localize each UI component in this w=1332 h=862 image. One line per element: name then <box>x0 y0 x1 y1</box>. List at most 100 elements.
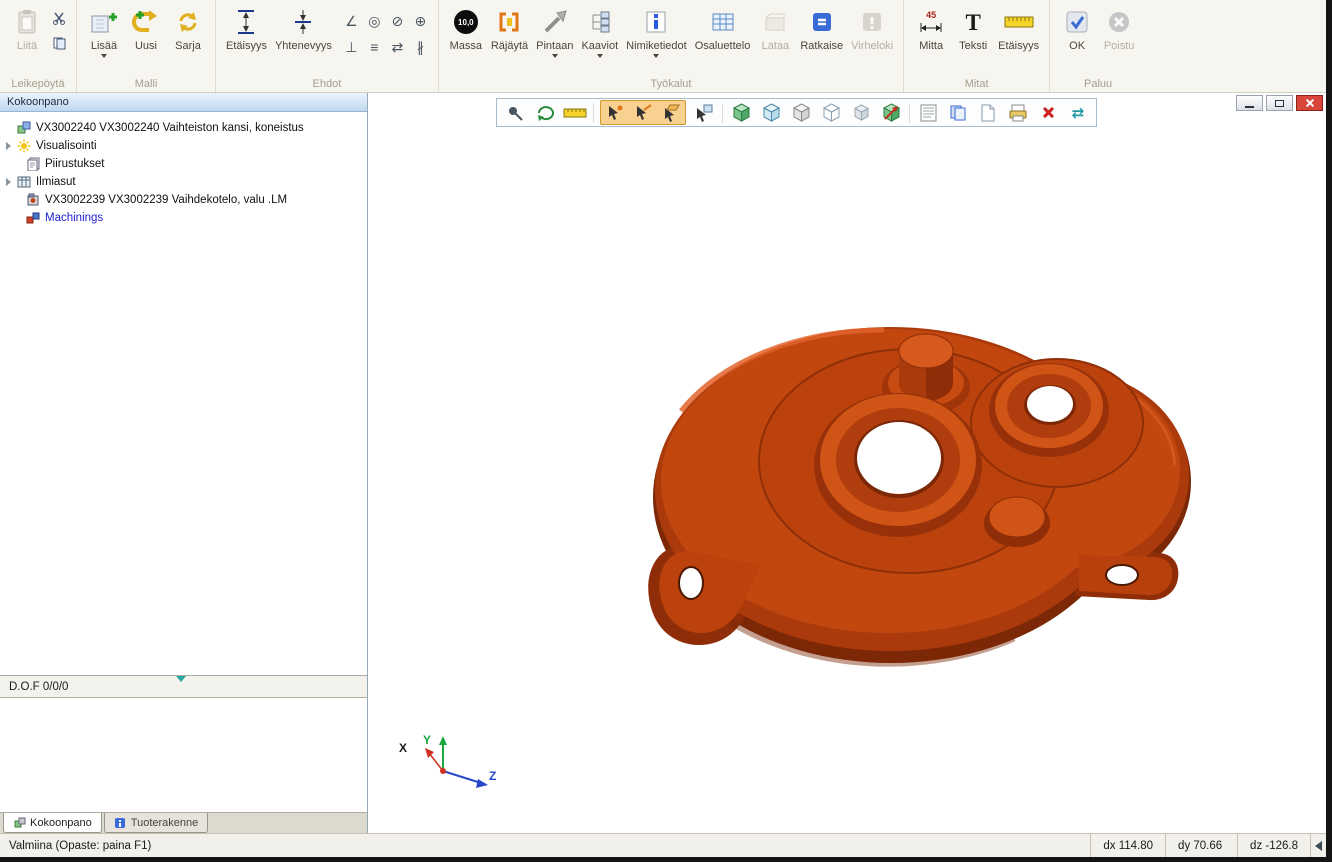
measure-button[interactable]: 45 Mitta <box>911 5 951 54</box>
text-button[interactable]: T Teksti <box>953 5 993 54</box>
feature-list-icon[interactable] <box>914 101 942 124</box>
explode-button[interactable]: Räjäytä <box>488 5 531 54</box>
iso-view-icon[interactable] <box>877 101 905 124</box>
restore-button[interactable] <box>1266 95 1293 111</box>
error-log-label: Virheloki <box>851 40 893 52</box>
dof-label: D.O.F 0/0/0 <box>9 681 68 693</box>
ok-check-icon <box>1064 7 1090 37</box>
diagrams-button[interactable]: Kaaviot <box>578 5 621 60</box>
select-solid-icon[interactable] <box>690 101 718 124</box>
print-icon[interactable] <box>1004 101 1032 124</box>
tab-label: Tuoterakenne <box>131 817 198 829</box>
tab-kokoonpano[interactable]: Kokoonpano <box>3 813 102 833</box>
error-log-button[interactable]: Virheloki <box>848 5 896 54</box>
ribbon-group-model: Lisää Uusi Sarja Malli <box>77 0 216 92</box>
ribbon: Liitä Leikepöytä Lisää <box>0 0 1326 93</box>
panel-splitter-handle[interactable] <box>176 676 186 682</box>
drawing-icon <box>24 157 41 172</box>
to-surface-dropdown-icon[interactable] <box>552 54 558 58</box>
concentric-constraint-icon[interactable]: ◎ <box>364 9 385 33</box>
tree-item-root[interactable]: VX3002240 VX3002240 Vaihteiston kansi, k… <box>0 119 367 137</box>
expand-arrow-icon[interactable] <box>6 178 11 186</box>
measure-ruler-icon[interactable] <box>561 101 589 124</box>
distance-constraint-button[interactable]: Etäisyys <box>223 5 270 54</box>
ribbon-group-dimensions: 45 Mitta T Teksti Etäisyys Mitat <box>904 0 1050 92</box>
solve-button[interactable]: Ratkaise <box>797 5 846 54</box>
mass-button[interactable]: 10,0 Massa <box>446 5 486 54</box>
perspective-view-icon[interactable] <box>847 101 875 124</box>
select-face-icon[interactable] <box>657 101 685 124</box>
window-controls <box>1236 95 1323 111</box>
new-part-label: Uusi <box>135 40 157 52</box>
swap-view-icon[interactable]: ⇄ <box>1064 101 1092 124</box>
series-button[interactable]: Sarja <box>168 5 208 54</box>
to-surface-button[interactable]: Pintaan <box>533 5 576 60</box>
distance-constraint-icon <box>235 7 257 37</box>
angle-constraint-icon[interactable]: ∠ <box>341 9 362 33</box>
ok-button[interactable]: OK <box>1057 5 1097 54</box>
tree-item-label: Piirustukset <box>45 158 104 170</box>
tangent-constraint-icon[interactable]: ∦ <box>410 35 431 59</box>
statusbar-collapse-icon[interactable] <box>1310 834 1326 857</box>
item-data-dropdown-icon[interactable] <box>653 54 659 58</box>
item-data-button[interactable]: Nimiketiedot <box>623 5 690 60</box>
viewport-3d[interactable]: ⇄ X Y Z <box>369 93 1326 833</box>
tree-item-label: Machinings <box>45 212 103 224</box>
exit-label: Poistu <box>1104 40 1135 52</box>
transparent-view-icon[interactable] <box>817 101 845 124</box>
hidden-line-view-icon[interactable] <box>787 101 815 124</box>
select-edge-icon[interactable] <box>629 101 657 124</box>
dim-distance-button[interactable]: Etäisyys <box>995 5 1042 54</box>
align-constraint-icon[interactable]: ⇄ <box>387 35 408 59</box>
tab-label: Kokoonpano <box>30 817 92 829</box>
copy-sheets-icon[interactable] <box>944 101 972 124</box>
add-part-dropdown-icon[interactable] <box>101 54 107 58</box>
tree-item-visualization[interactable]: Visualisointi <box>0 137 367 155</box>
tab-tuoterakenne[interactable]: Tuoterakenne <box>104 813 208 833</box>
new-part-button[interactable]: Uusi <box>126 5 166 54</box>
exit-button[interactable]: Poistu <box>1099 5 1139 54</box>
minimize-button[interactable] <box>1236 95 1263 111</box>
orbit-icon[interactable] <box>531 101 559 124</box>
perpendicular-constraint-icon[interactable]: ⊥ <box>341 35 362 59</box>
parallel-constraint-icon[interactable]: ≡ <box>364 35 385 59</box>
tree-item-part[interactable]: VX3002239 VX3002239 Vaihdekotelo, valu .… <box>0 191 367 209</box>
diagrams-dropdown-icon[interactable] <box>597 54 603 58</box>
cut-button[interactable] <box>49 8 69 28</box>
close-button[interactable] <box>1296 95 1323 111</box>
exit-icon <box>1106 7 1132 37</box>
item-data-icon <box>643 7 669 37</box>
mass-badge: 10,0 <box>454 10 478 34</box>
coincidence-button[interactable]: Yhtenevyys <box>272 5 335 54</box>
shaded-view-icon[interactable] <box>727 101 755 124</box>
tree-item-label: VX3002239 VX3002239 Vaihdekotelo, valu .… <box>45 194 287 206</box>
paste-button[interactable]: Liitä <box>7 5 47 54</box>
wireframe-view-icon[interactable] <box>757 101 785 124</box>
model-gearbox-cover[interactable] <box>369 93 1326 833</box>
add-part-button[interactable]: Lisää <box>84 5 124 60</box>
pin-icon[interactable] <box>501 101 529 124</box>
tree-item-drawings[interactable]: Piirustukset <box>0 155 367 173</box>
tree-item-configurations[interactable]: Ilmiasut <box>0 173 367 191</box>
load-button[interactable]: Lataa <box>755 5 795 54</box>
status-dx: dx 114.80 <box>1090 834 1165 857</box>
status-message: Valmiina (Opaste: paina F1) <box>0 840 1090 852</box>
fix-constraint-icon[interactable]: ⊘ <box>387 9 408 33</box>
viewport-toolbar: ⇄ <box>496 98 1097 127</box>
distance-constraint-label: Etäisyys <box>226 40 267 52</box>
delete-view-icon[interactable] <box>1034 101 1062 124</box>
expand-arrow-icon[interactable] <box>6 142 11 150</box>
close-icon <box>1305 98 1315 108</box>
machining-icon <box>24 211 41 226</box>
panel-header: Kokoonpano <box>0 93 367 112</box>
parts-list-button[interactable]: Osaluettelo <box>692 5 754 54</box>
copy-button[interactable] <box>49 33 69 53</box>
pattern-constraint-icon[interactable]: ⊕ <box>410 9 431 33</box>
dimensions-group-label: Mitat <box>904 78 1049 90</box>
tree-item-machinings[interactable]: Machinings <box>0 209 367 227</box>
select-vertex-icon[interactable] <box>601 101 629 124</box>
mass-icon: 10,0 <box>454 7 478 37</box>
new-sheet-icon[interactable] <box>974 101 1002 124</box>
tree-item-label: VX3002240 VX3002240 Vaihteiston kansi, k… <box>36 122 304 134</box>
load-icon <box>762 7 788 37</box>
